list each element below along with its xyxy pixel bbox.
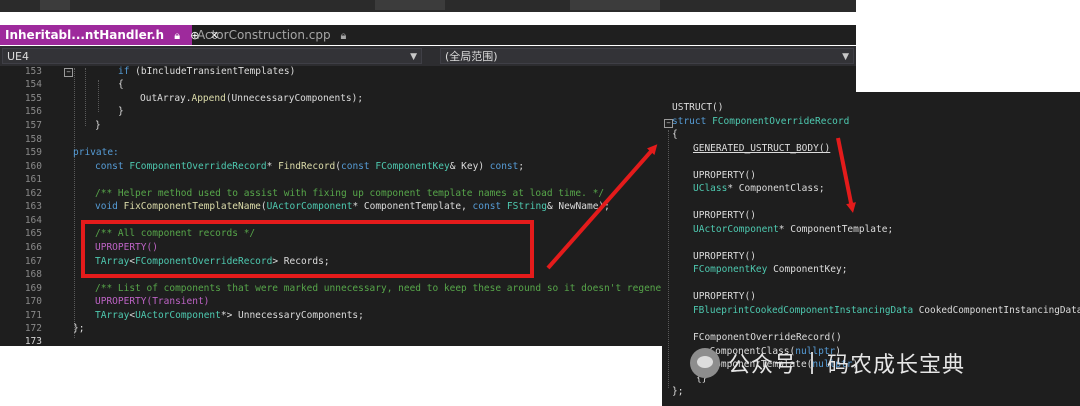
code-line: const FComponentOverrideRecord* FindReco… <box>95 161 525 172</box>
code-line: void FixComponentTemplateName(UActorComp… <box>95 201 610 212</box>
code-line: TArray<UActorComponent*> UnnecessaryComp… <box>95 310 364 321</box>
code-line: if (bIncludeTransientTemplates) <box>118 66 296 77</box>
line-number: 168 <box>24 269 42 280</box>
code-line: /** Helper method used to assist with fi… <box>95 188 605 199</box>
line-number: 171 <box>24 310 42 321</box>
code-line: UPROPERTY(Transient) <box>95 296 210 307</box>
code-line: { <box>118 79 124 90</box>
project-dropdown[interactable]: UE4 ▼ <box>2 48 422 64</box>
code-line: UPROPERTY() <box>693 170 756 181</box>
code-line: UPROPERTY() <box>693 291 756 302</box>
toolbar-segment <box>570 0 660 10</box>
code-line: USTRUCT() <box>672 102 724 113</box>
line-number: 160 <box>24 161 42 172</box>
code-line: private: <box>73 147 119 158</box>
indent-guide <box>85 68 86 126</box>
line-number: 170 <box>24 296 42 307</box>
toolbar-segment <box>40 0 70 10</box>
line-number: 172 <box>24 323 42 334</box>
line-number: 167 <box>24 256 42 267</box>
scope-dropdown[interactable]: (全局范围) ▼ <box>440 48 854 64</box>
indent-guide <box>668 130 669 388</box>
fold-toggle-icon[interactable]: − <box>64 68 73 77</box>
line-number: 165 <box>24 228 42 239</box>
navigation-bar: UE4 ▼ (全局范围) ▼ <box>0 46 856 66</box>
line-number: 153 <box>24 66 42 77</box>
line-number: 164 <box>24 215 42 226</box>
line-number: 159 <box>24 147 42 158</box>
code-line: UClass* ComponentClass; <box>693 183 825 194</box>
indent-guide <box>98 80 99 112</box>
code-line: { <box>672 129 678 140</box>
document-tab-bar: Inheritabl...ntHandler.h 🔒︎ ⊕ ✕ ActorCon… <box>0 25 856 45</box>
line-number: 157 <box>24 120 42 131</box>
tab-label: Inheritabl...ntHandler.h <box>5 28 165 42</box>
tab-inheritable-handler[interactable]: Inheritabl...ntHandler.h 🔒︎ ⊕ ✕ <box>0 25 219 45</box>
tab-actor-construction[interactable]: ActorConstruction.cpp 🔒︎ <box>192 25 352 45</box>
line-number: 169 <box>24 283 42 294</box>
scope-label: (全局范围) <box>445 50 498 63</box>
code-line: } <box>95 120 101 131</box>
highlight-box <box>81 220 534 278</box>
line-number: 166 <box>24 242 42 253</box>
code-line: /** List of components that were marked … <box>95 283 685 294</box>
wechat-logo-icon <box>690 348 720 378</box>
code-line: } <box>118 106 124 117</box>
code-line: }; <box>73 323 85 334</box>
watermark: 公众号 码农成长宝典 <box>690 346 965 380</box>
line-number: 155 <box>24 93 42 104</box>
code-line: UActorComponent* ComponentTemplate; <box>693 224 894 235</box>
code-line: UPROPERTY() <box>693 210 756 221</box>
code-line: struct FComponentOverrideRecord <box>672 116 850 127</box>
chevron-down-icon: ▼ <box>410 52 417 62</box>
line-number: 162 <box>24 188 42 199</box>
watermark-name: 码农成长宝典 <box>827 353 966 378</box>
code-line: GENERATED_USTRUCT_BODY() <box>693 143 831 154</box>
indent-guide <box>74 68 75 338</box>
chevron-down-icon: ▼ <box>842 52 849 62</box>
lock-icon: 🔒︎ <box>174 29 181 42</box>
line-number: 158 <box>24 134 42 145</box>
tab-label: ActorConstruction.cpp <box>197 28 331 42</box>
code-line: OutArray.Append(UnnecessaryComponents); <box>140 93 364 104</box>
line-number: 161 <box>24 174 42 185</box>
code-line: FBlueprintCookedComponentInstancingData … <box>693 305 1080 316</box>
watermark-divider <box>811 352 814 374</box>
line-number: 156 <box>24 106 42 117</box>
toolbar-segment <box>375 0 445 10</box>
code-line: FComponentOverrideRecord() <box>693 332 842 343</box>
code-line: FComponentKey ComponentKey; <box>693 264 848 275</box>
line-number: 154 <box>24 79 42 90</box>
line-number: 173 <box>24 336 42 346</box>
code-line: UPROPERTY() <box>693 251 756 262</box>
code-line: }; <box>672 386 684 397</box>
watermark-account: 公众号 <box>728 353 798 378</box>
project-label: UE4 <box>7 50 29 63</box>
line-number: 163 <box>24 201 42 212</box>
lock-icon: 🔒︎ <box>340 29 347 42</box>
top-toolbar <box>0 0 856 12</box>
